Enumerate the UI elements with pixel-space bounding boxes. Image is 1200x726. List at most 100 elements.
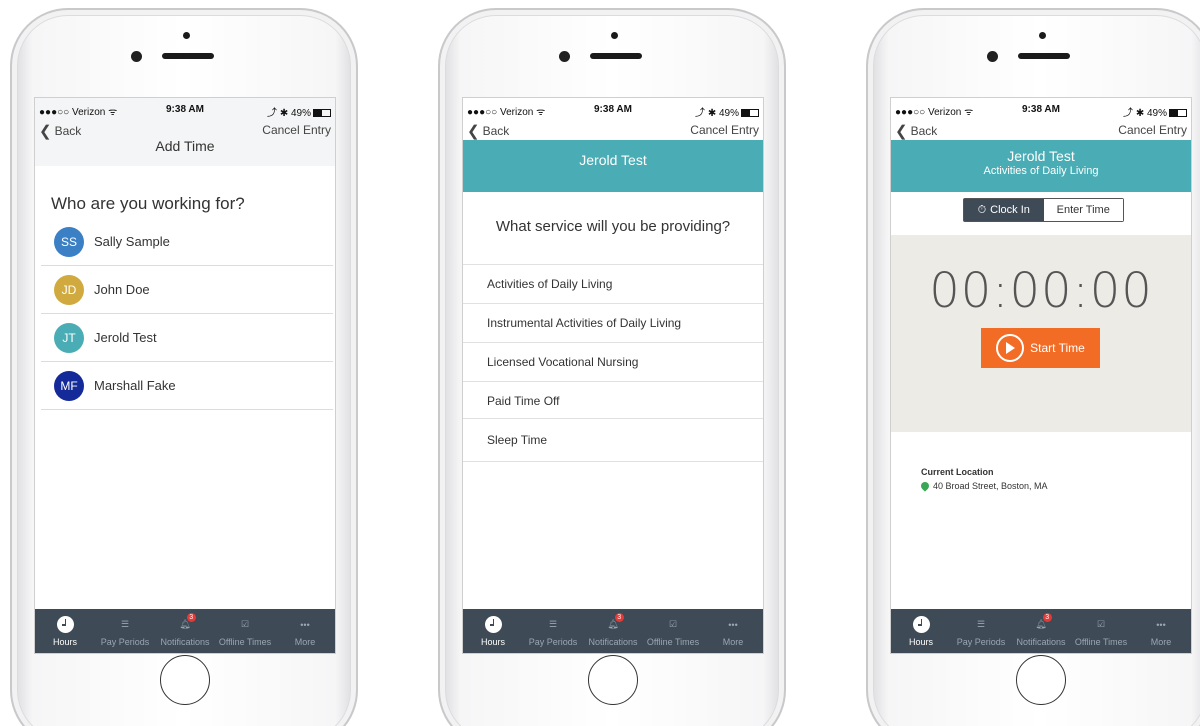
location-pin-icon	[919, 480, 931, 492]
cancel-entry-button[interactable]: Cancel Entry	[262, 123, 331, 137]
tab-notifications[interactable]: 🔔︎ 3 Notifications	[583, 609, 643, 653]
home-button[interactable]	[588, 655, 638, 705]
checkbox-icon: ☑	[1096, 619, 1106, 629]
client-name-header: Jerold Test	[1007, 148, 1075, 164]
tab-label: Offline Times	[218, 636, 272, 647]
earpiece-speaker	[1018, 53, 1070, 59]
list-icon: ☰	[548, 619, 558, 629]
client-question: Who are you working for?	[51, 194, 245, 213]
status-bar: ●●●○○ Verizon ᯤ 9:38 AM ⤴ ✱ 49%	[891, 98, 1191, 120]
tab-bar: Hours ☰ Pay Periods 🔔︎ 3 Notifications ☑ Off…	[891, 609, 1191, 653]
earpiece-speaker	[590, 53, 642, 59]
service-item[interactable]: Licensed Vocational Nursing	[463, 342, 763, 381]
tab-bar: Hours ☰ Pay Periods 🔔︎ 3 Notifications ☑ Off…	[463, 609, 763, 653]
screen-add-time: ●●●○○ Verizon ᯤ 9:38 AM ⤴ ✱ 49% ❮ Back Ca…	[34, 97, 336, 654]
tab-pay-periods[interactable]: ☰ Pay Periods	[523, 609, 583, 653]
cancel-entry-button[interactable]: Cancel Entry	[690, 123, 759, 137]
notification-badge: 3	[1042, 612, 1052, 622]
tab-more[interactable]: ••• More	[1131, 609, 1191, 653]
battery-icon	[741, 109, 759, 118]
home-button[interactable]	[1016, 655, 1066, 705]
tab-hours[interactable]: Hours	[891, 609, 951, 653]
screen-clock-in: ●●●○○ Verizon ᯤ 9:38 AM ⤴ ✱ 49% ❮ Back Ca…	[890, 97, 1192, 654]
nav-row: ❮ Back Cancel Entry	[35, 120, 335, 140]
tab-pay-periods[interactable]: ☰ Pay Periods	[951, 609, 1011, 653]
client-header: Jerold Test Activities of Daily Living	[891, 140, 1191, 192]
tab-hours[interactable]: Hours	[35, 609, 95, 653]
service-item[interactable]: Instrumental Activities of Daily Living	[463, 303, 763, 342]
front-camera	[987, 51, 998, 62]
battery-label: ⤴ ✱ 49%	[1123, 108, 1167, 119]
notification-badge: 3	[614, 612, 624, 622]
service-item[interactable]: Sleep Time	[463, 418, 763, 462]
bell-icon: 🔔︎ 3	[607, 612, 624, 634]
battery-indicator: ⤴ ✱ 49%	[267, 104, 331, 119]
home-button[interactable]	[160, 655, 210, 705]
tab-more[interactable]: ••• More	[703, 609, 763, 653]
chevron-left-icon: ❮	[895, 123, 908, 140]
start-time-label: Start Time	[1030, 341, 1085, 355]
client-row[interactable]: JT Jerold Test	[41, 314, 333, 362]
tab-hours[interactable]: Hours	[463, 609, 523, 653]
tab-label: Pay Periods	[528, 636, 578, 647]
play-icon	[996, 334, 1025, 362]
client-row[interactable]: JD John Doe	[41, 266, 333, 314]
cancel-entry-button[interactable]: Cancel Entry	[1118, 123, 1187, 137]
list-icon: ☰	[976, 619, 986, 629]
phone-2: ●●●○○ Verizon ᯤ 9:38 AM ⤴ ✱ 49% ❮ Back Ca…	[438, 8, 786, 726]
more-icon: •••	[728, 619, 738, 630]
tab-offline-times[interactable]: ☑ Offline Times	[1071, 609, 1131, 653]
sensor	[183, 32, 190, 39]
battery-indicator: ⤴ ✱ 49%	[1123, 104, 1187, 119]
avatar-initials: MF	[60, 378, 78, 393]
avatar-initials: JT	[62, 330, 76, 345]
tab-label: More	[722, 636, 744, 647]
screen-select-service: ●●●○○ Verizon ᯤ 9:38 AM ⤴ ✱ 49% ❮ Back Ca…	[462, 97, 764, 654]
tab-offline-times[interactable]: ☑ Offline Times	[215, 609, 275, 653]
battery-icon	[1169, 109, 1187, 118]
address-text: 40 Broad Street, Boston, MA	[933, 481, 1048, 491]
service-item[interactable]: Paid Time Off	[463, 381, 763, 420]
back-label: Back	[482, 124, 510, 138]
notification-badge: 3	[186, 612, 196, 622]
tab-offline-times[interactable]: ☑ Offline Times	[643, 609, 703, 653]
earpiece-speaker	[162, 53, 214, 59]
tab-label: Notifications	[160, 636, 210, 647]
tab-notifications[interactable]: 🔔︎ 3 Notifications	[155, 609, 215, 653]
avatar: SS	[54, 226, 84, 257]
start-time-button[interactable]: Start Time	[981, 328, 1100, 368]
avatar: MF	[54, 370, 84, 401]
client-row[interactable]: MF Marshall Fake	[41, 362, 333, 410]
service-item[interactable]: Activities of Daily Living	[463, 264, 763, 303]
location-address: 40 Broad Street, Boston, MA	[919, 480, 1048, 492]
client-name: John Doe	[94, 282, 150, 297]
back-button[interactable]: ❮ Back	[895, 122, 937, 140]
tab-pay-periods[interactable]: ☰ Pay Periods	[95, 609, 155, 653]
client-name: Marshall Fake	[94, 378, 176, 393]
battery-icon	[313, 109, 331, 118]
tab-label: Pay Periods	[956, 636, 1006, 647]
sensor	[1039, 32, 1046, 39]
tab-notifications[interactable]: 🔔︎ 3 Notifications	[1011, 609, 1071, 653]
tab-label: Pay Periods	[100, 636, 150, 647]
tab-label: More	[294, 636, 316, 647]
sensor	[611, 32, 618, 39]
mode-toggle: ⏱ Clock In Enter Time	[963, 198, 1124, 222]
avatar: JD	[54, 274, 84, 305]
tab-label: More	[1150, 636, 1172, 647]
client-row[interactable]: SS Sally Sample	[41, 218, 333, 266]
enter-time-tab[interactable]: Enter Time	[1043, 199, 1123, 221]
clock-icon	[56, 616, 74, 633]
clock-in-tab[interactable]: ⏱ Clock In	[964, 199, 1044, 221]
battery-indicator: ⤴ ✱ 49%	[695, 104, 759, 119]
status-bar: ●●●○○ Verizon ᯤ 9:38 AM ⤴ ✱ 49%	[35, 98, 335, 120]
phone-3: ●●●○○ Verizon ᯤ 9:38 AM ⤴ ✱ 49% ❮ Back Ca…	[866, 8, 1200, 726]
avatar-initials: SS	[60, 234, 77, 249]
chevron-left-icon: ❮	[467, 123, 480, 140]
tab-label: Offline Times	[1074, 636, 1128, 647]
back-button[interactable]: ❮ Back	[467, 122, 509, 140]
timer-panel: 00:00:00 Start Time	[891, 235, 1191, 432]
tab-more[interactable]: ••• More	[275, 609, 335, 653]
more-icon: •••	[1156, 619, 1166, 630]
tab-label: Hours	[52, 636, 77, 647]
